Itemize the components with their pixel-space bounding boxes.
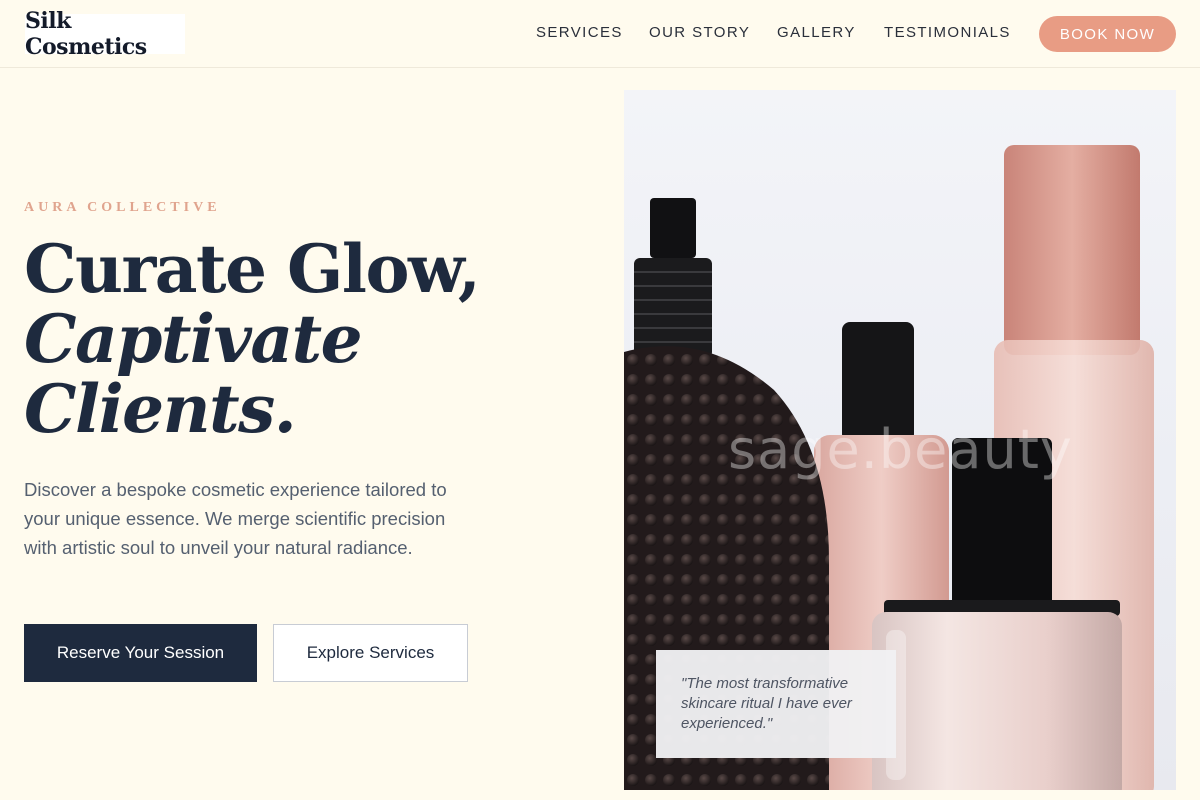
image-watermark: sage.beauty — [728, 418, 1073, 481]
testimonial-quote-card: "The most transformative skincare ritual… — [656, 650, 896, 758]
explore-services-button[interactable]: Explore Services — [273, 624, 468, 682]
hero-description: Discover a bespoke cosmetic experience t… — [24, 479, 447, 558]
site-header: Silk Cosmetics SERVICES OUR STORY GALLER… — [0, 0, 1200, 68]
testimonial-quote-text: "The most transformative skincare ritual… — [681, 675, 852, 732]
brand-logo[interactable]: Silk Cosmetics — [25, 8, 185, 60]
reserve-session-button[interactable]: Reserve Your Session — [24, 624, 257, 682]
hero-headline: Curate Glow, Captivate Clients. — [24, 234, 584, 444]
headline-line-2: Captivate — [24, 300, 363, 378]
nav-testimonials[interactable]: TESTIMONIALS — [884, 24, 1011, 41]
headline-line-3: Clients. — [24, 370, 297, 448]
hero-product-image: sage.beauty "The most transformative ski… — [624, 90, 1176, 790]
hero-eyebrow: AURA COLLECTIVE — [24, 200, 221, 215]
book-now-button[interactable]: BOOK NOW — [1039, 16, 1176, 52]
nav-gallery[interactable]: GALLERY — [777, 24, 856, 41]
nav-services[interactable]: SERVICES — [536, 24, 623, 41]
nav-our-story[interactable]: OUR STORY — [649, 24, 750, 41]
headline-line-1: Curate Glow, — [24, 230, 481, 308]
